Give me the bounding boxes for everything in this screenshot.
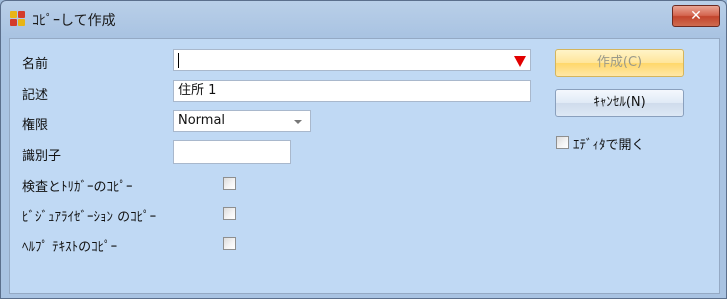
dialog-client-area: 名前 記述 住所 1 権限 Normal 識別子 検査とﾄﾘｶﾞｰのｺﾋﾟｰ ﾋ… — [9, 38, 720, 294]
close-icon: ✕ — [690, 8, 702, 24]
description-label: 記述 — [22, 88, 49, 103]
chevron-down-icon — [294, 120, 302, 124]
permission-select[interactable]: Normal — [173, 110, 311, 132]
open-in-editor-checkbox[interactable] — [556, 136, 569, 149]
close-button[interactable]: ✕ — [672, 5, 720, 27]
identifier-input[interactable] — [173, 140, 291, 164]
description-input[interactable]: 住所 1 — [173, 80, 531, 102]
description-value: 住所 1 — [178, 83, 217, 98]
copy-help-checkbox[interactable] — [223, 237, 236, 250]
app-logo-icon — [10, 11, 26, 27]
text-caret — [178, 53, 179, 68]
permission-label: 権限 — [22, 118, 49, 133]
open-in-editor-label: ｴﾃﾞｨﾀで開く — [573, 138, 645, 153]
permission-value: Normal — [178, 113, 226, 128]
copy-visualization-checkbox[interactable] — [223, 207, 236, 220]
cancel-button[interactable]: ｷｬﾝｾﾙ(N) — [555, 89, 684, 117]
name-input[interactable] — [173, 49, 531, 71]
create-button[interactable]: 作成(C) — [555, 49, 684, 77]
name-label: 名前 — [22, 57, 49, 72]
copy-checks-label: 検査とﾄﾘｶﾞｰのｺﾋﾟｰ — [22, 180, 133, 195]
identifier-label: 識別子 — [22, 149, 62, 164]
copy-checks-checkbox[interactable] — [223, 177, 236, 190]
copy-visualization-label: ﾋﾞｼﾞｭｱﾗｲｾﾞｰｼｮﾝ のｺﾋﾟｰ — [22, 210, 157, 225]
title-bar[interactable]: ｺﾋﾟｰして作成 ✕ — [1, 1, 726, 37]
window-title: ｺﾋﾟｰして作成 — [32, 13, 116, 29]
copy-help-label: ﾍﾙﾌﾟ ﾃｷｽﾄのｺﾋﾟｰ — [22, 240, 118, 255]
required-arrow-icon — [514, 56, 526, 67]
dialog-window: ｺﾋﾟｰして作成 ✕ 名前 記述 住所 1 権限 Normal 識別子 検査とﾄ… — [0, 0, 727, 299]
